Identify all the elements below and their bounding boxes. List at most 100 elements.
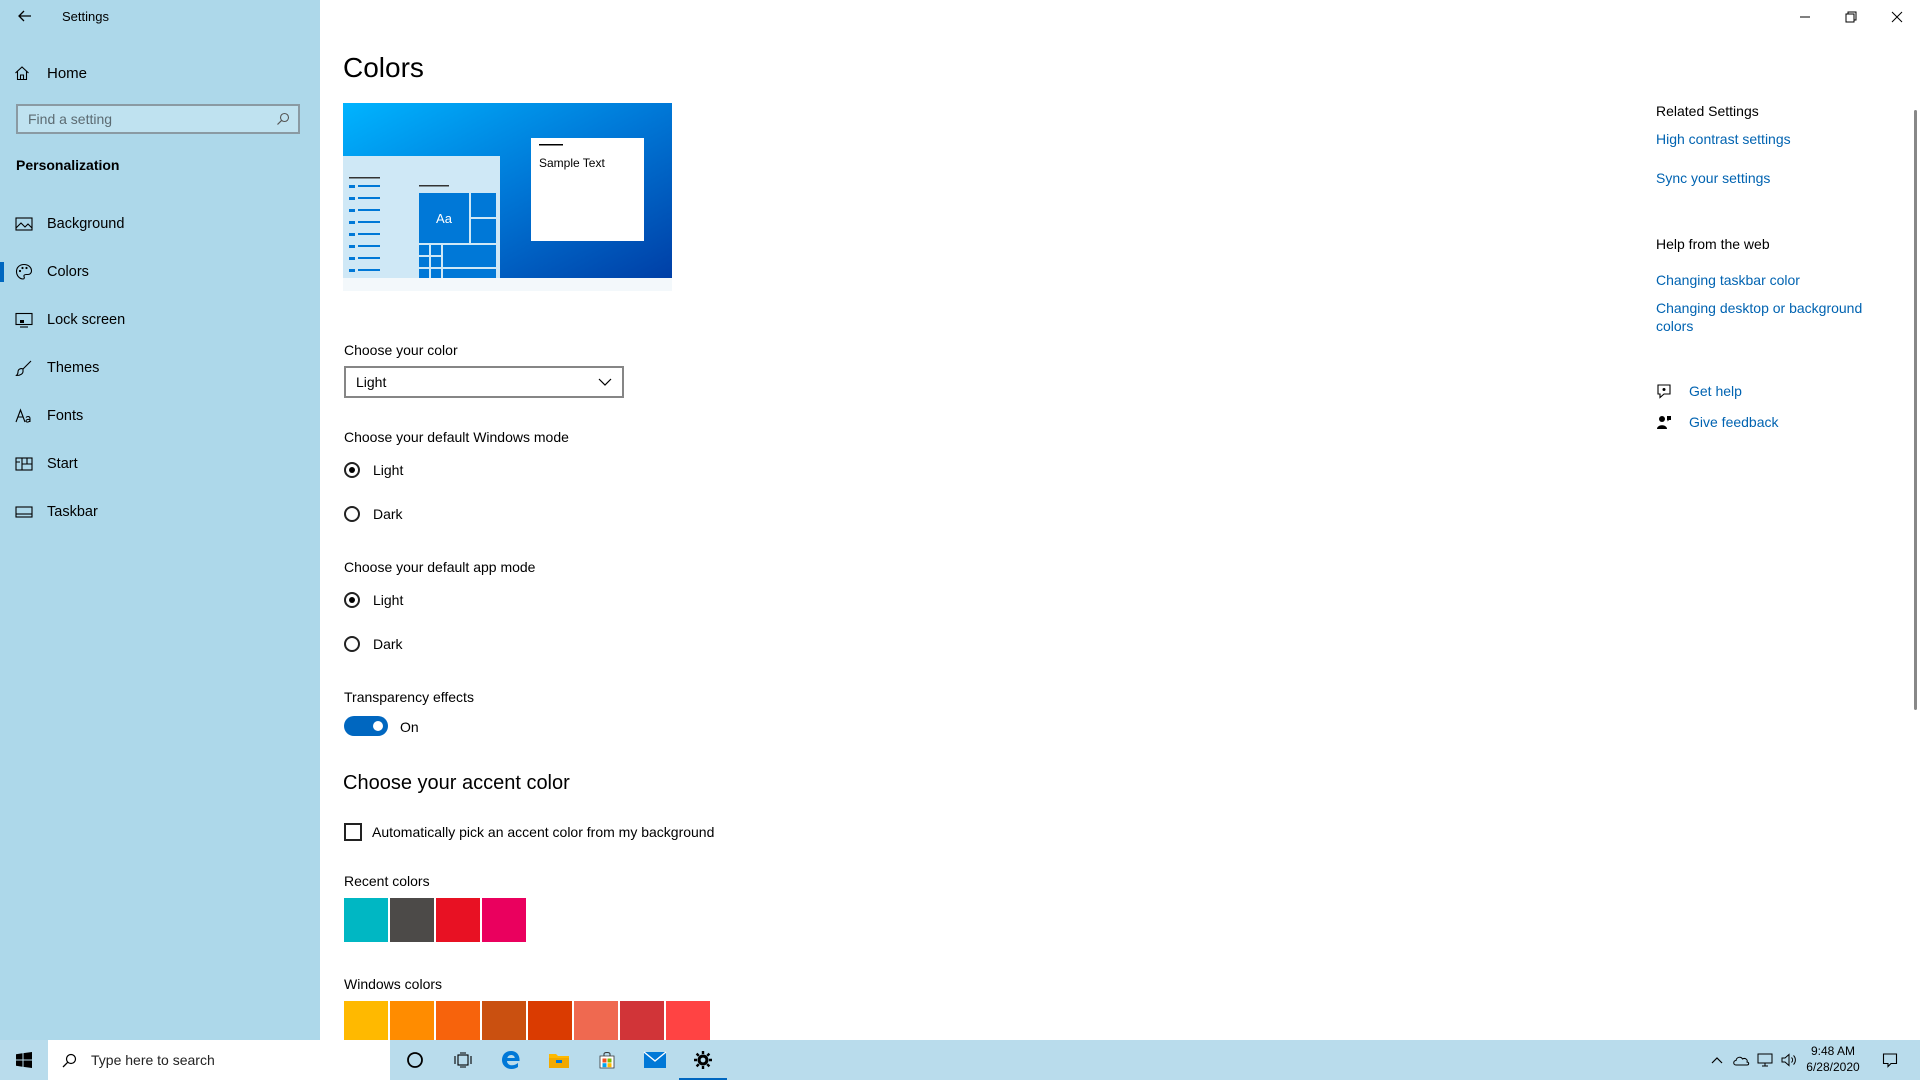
taskbar: 9:48 AM 6/28/2020	[0, 1040, 1920, 1080]
sidebar-item-label: Start	[47, 456, 78, 472]
search-icon	[62, 1053, 77, 1067]
task-view-icon	[454, 1052, 472, 1068]
windows-color-swatch-8[interactable]	[666, 1001, 710, 1040]
taskbar-clock[interactable]: 9:48 AM 6/28/2020	[1800, 1043, 1866, 1075]
windows-color-swatch-6[interactable]	[574, 1001, 618, 1040]
sidebar-item-taskbar[interactable]: Taskbar	[0, 488, 320, 536]
choose-color-label: Choose your color	[344, 342, 458, 358]
changing-background-colors-link[interactable]: Changing desktop or background colors	[1656, 299, 1876, 335]
mail-icon	[643, 1051, 667, 1068]
close-button[interactable]	[1874, 0, 1920, 34]
windows-color-swatch-4[interactable]	[482, 1001, 526, 1040]
search-icon	[277, 112, 290, 125]
brush-icon	[15, 359, 33, 377]
sync-settings-link[interactable]: Sync your settings	[1656, 169, 1876, 187]
title-bar: Settings	[0, 0, 320, 34]
radio-label: Light	[373, 592, 404, 608]
cloud-icon	[1733, 1056, 1750, 1066]
sidebar-item-themes[interactable]: Themes	[0, 344, 320, 392]
task-view-button[interactable]	[439, 1040, 487, 1080]
edge-button[interactable]	[487, 1040, 535, 1080]
windows-mode-label: Choose your default Windows mode	[344, 429, 569, 445]
onedrive-tray-button[interactable]	[1730, 1040, 1752, 1080]
radio-label: Light	[373, 462, 404, 478]
settings-taskbar-button[interactable]	[679, 1040, 727, 1080]
recent-color-swatch-4[interactable]	[482, 898, 526, 942]
windows-mode-dark-radio[interactable]: Dark	[344, 506, 403, 522]
recent-color-swatch-3[interactable]	[436, 898, 480, 942]
mail-button[interactable]	[631, 1040, 679, 1080]
changing-taskbar-color-link[interactable]: Changing taskbar color	[1656, 271, 1876, 289]
help-from-web-heading: Help from the web	[1656, 236, 1770, 252]
settings-gear-icon	[694, 1051, 712, 1069]
choose-color-value: Light	[356, 374, 387, 390]
settings-search-input[interactable]	[26, 110, 276, 128]
sidebar-item-lock-screen[interactable]: Lock screen	[0, 296, 320, 344]
page-title: Colors	[343, 52, 424, 83]
clock-date: 6/28/2020	[1806, 1060, 1860, 1074]
store-button[interactable]	[583, 1040, 631, 1080]
color-preview: Aa Sample Text	[343, 103, 672, 291]
windows-mode-light-radio[interactable]: Light	[344, 462, 403, 478]
section-title: Personalization	[16, 157, 120, 173]
network-icon	[1757, 1053, 1773, 1067]
windows-color-swatch-5[interactable]	[528, 1001, 572, 1040]
sidebar-item-label: Taskbar	[47, 504, 98, 520]
app-title: Settings	[62, 9, 109, 24]
sidebar-item-start[interactable]: Start	[0, 440, 320, 488]
radio-selected-indicator	[344, 592, 360, 608]
show-hidden-icons-button[interactable]	[1706, 1040, 1728, 1080]
sidebar-item-label: Background	[47, 216, 125, 232]
high-contrast-link[interactable]: High contrast settings	[1656, 130, 1876, 148]
get-help-label: Get help	[1689, 383, 1742, 399]
sidebar-item-fonts[interactable]: Fonts	[0, 392, 320, 440]
sidebar-item-label: Lock screen	[47, 312, 126, 328]
back-button[interactable]	[14, 6, 36, 26]
taskbar-icon	[15, 503, 33, 521]
recent-color-swatch-1[interactable]	[344, 898, 388, 942]
accent-color-heading: Choose your accent color	[343, 772, 570, 794]
close-icon	[1891, 11, 1903, 23]
start-button[interactable]	[0, 1040, 48, 1080]
windows-logo-icon	[16, 1052, 32, 1068]
action-center-button[interactable]	[1874, 1040, 1906, 1080]
volume-tray-button[interactable]	[1778, 1040, 1800, 1080]
sidebar-item-label: Fonts	[47, 408, 84, 424]
recent-color-swatch-2[interactable]	[390, 898, 434, 942]
app-mode-dark-radio[interactable]: Dark	[344, 636, 403, 652]
taskbar-search-input[interactable]	[89, 1051, 353, 1069]
radio-label: Dark	[373, 506, 403, 522]
windows-color-swatch-2[interactable]	[390, 1001, 434, 1040]
windows-color-swatch-3[interactable]	[436, 1001, 480, 1040]
radio-selected-indicator	[344, 462, 360, 478]
home-button[interactable]: Home	[14, 61, 87, 85]
sidebar-item-label: Colors	[47, 264, 89, 280]
restore-button[interactable]	[1828, 0, 1874, 34]
picture-icon	[15, 215, 33, 233]
cortana-button[interactable]	[391, 1040, 439, 1080]
vertical-scrollbar[interactable]	[1914, 110, 1917, 710]
transparency-toggle[interactable]	[344, 716, 388, 736]
clock-time: 9:48 AM	[1810, 1044, 1856, 1058]
back-arrow-icon	[18, 10, 31, 22]
get-help-link[interactable]: Get help	[1656, 383, 1742, 399]
file-explorer-button[interactable]	[535, 1040, 583, 1080]
lock-screen-icon	[15, 311, 33, 329]
palette-icon	[15, 263, 33, 281]
windows-color-swatch-7[interactable]	[620, 1001, 664, 1040]
choose-color-dropdown[interactable]: Light	[344, 366, 624, 398]
auto-accent-checkbox[interactable]: Automatically pick an accent color from …	[344, 823, 714, 841]
nav-list: Background Colors Lock screen Themes Fon…	[0, 200, 320, 536]
give-feedback-link[interactable]: Give feedback	[1656, 414, 1779, 430]
windows-color-swatch-1[interactable]	[344, 1001, 388, 1040]
minimize-button[interactable]	[1782, 0, 1828, 34]
sidebar-item-background[interactable]: Background	[0, 200, 320, 248]
transparency-state: On	[400, 719, 419, 735]
font-icon	[15, 407, 33, 425]
app-mode-light-radio[interactable]: Light	[344, 592, 403, 608]
taskbar-search-box[interactable]	[48, 1040, 390, 1080]
sidebar-item-colors[interactable]: Colors	[0, 248, 320, 296]
settings-search-box[interactable]	[16, 104, 300, 134]
sidebar: Settings Home Personalization Background…	[0, 0, 320, 1040]
network-tray-button[interactable]	[1754, 1040, 1776, 1080]
